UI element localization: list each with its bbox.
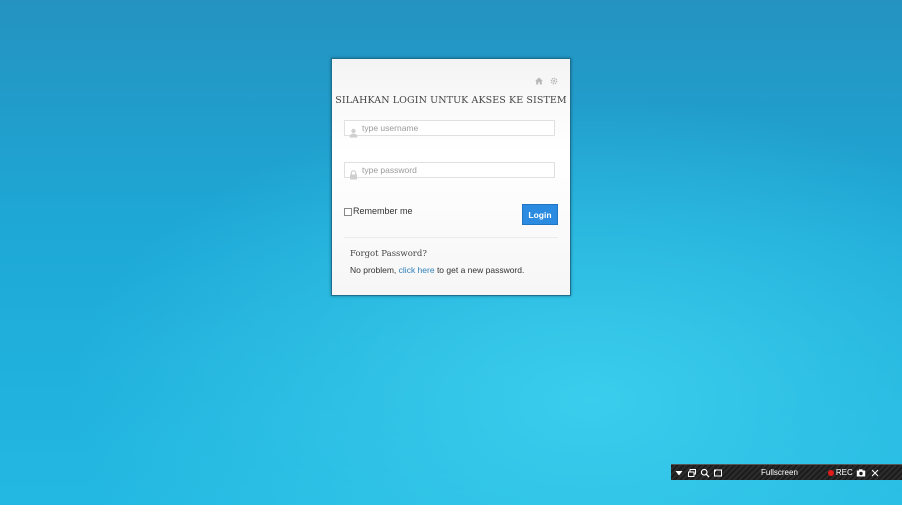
screen-recorder-toolbar: Fullscreen REC bbox=[671, 464, 902, 480]
forgot-suffix: to get a new password. bbox=[434, 265, 525, 275]
username-input[interactable] bbox=[362, 121, 552, 135]
dropdown-icon[interactable] bbox=[674, 468, 684, 478]
login-title: SILAHKAN LOGIN UNTUK AKSES KE SISTEM bbox=[335, 95, 567, 106]
forgot-password-title: Forgot Password? bbox=[350, 249, 427, 259]
panel-header-icons bbox=[535, 70, 558, 85]
home-icon[interactable] bbox=[535, 70, 543, 85]
forgot-prefix: No problem, bbox=[350, 265, 399, 275]
divider bbox=[344, 237, 558, 238]
password-field[interactable] bbox=[344, 162, 555, 180]
windows-icon[interactable] bbox=[687, 468, 697, 478]
rec-label: REC bbox=[835, 468, 853, 477]
lock-icon bbox=[349, 165, 358, 180]
forgot-password-text: No problem, click here to get a new pass… bbox=[350, 265, 524, 275]
close-icon[interactable] bbox=[870, 468, 880, 478]
login-panel: SILAHKAN LOGIN UNTUK AKSES KE SISTEM Rem… bbox=[331, 58, 571, 296]
gear-icon[interactable] bbox=[550, 70, 558, 85]
remember-label: Remember me bbox=[353, 206, 413, 216]
zoom-icon[interactable] bbox=[700, 468, 710, 478]
username-field[interactable] bbox=[344, 120, 555, 138]
record-dot-icon bbox=[827, 469, 834, 476]
click-here-link[interactable]: click here bbox=[399, 265, 435, 275]
password-input[interactable] bbox=[362, 163, 552, 177]
remember-me[interactable]: Remember me bbox=[344, 206, 413, 216]
login-button[interactable]: Login bbox=[522, 204, 558, 225]
rec-button[interactable]: REC bbox=[827, 468, 853, 477]
region-icon[interactable] bbox=[713, 468, 723, 478]
camera-icon[interactable] bbox=[856, 468, 866, 478]
fullscreen-label[interactable]: Fullscreen bbox=[761, 468, 798, 477]
remember-checkbox[interactable] bbox=[344, 208, 352, 216]
bottom-edge bbox=[0, 505, 902, 513]
user-icon bbox=[349, 123, 358, 138]
